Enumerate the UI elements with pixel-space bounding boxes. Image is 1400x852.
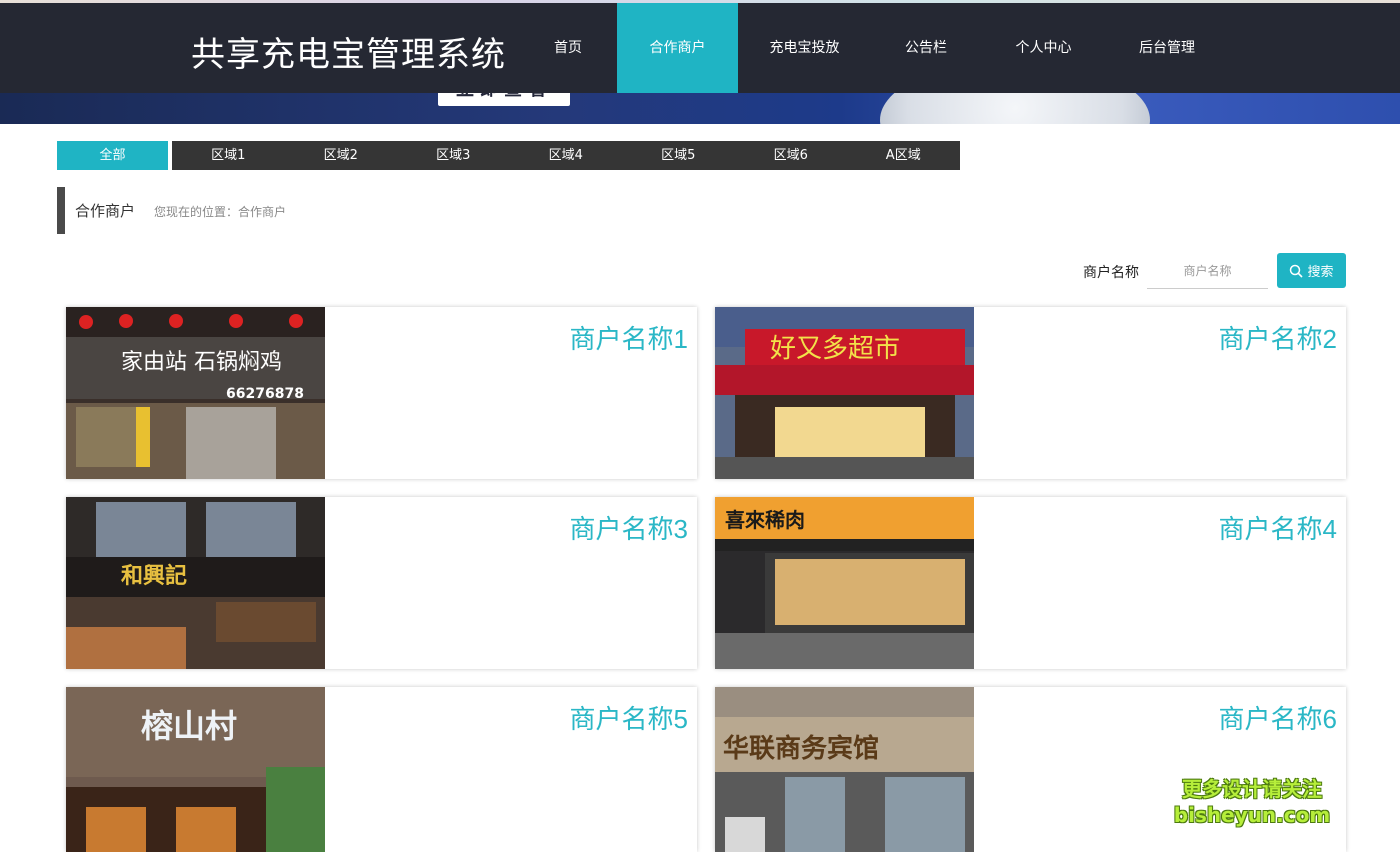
merchant-phone: 66276878 — [226, 386, 304, 402]
merchant-photo: 家由站 石锅焖鸡 66276878 — [66, 307, 325, 479]
watermark-line1: 更多设计请关注 — [1182, 777, 1322, 801]
merchant-photo: 好又多超市 — [715, 307, 974, 479]
nav-admin[interactable]: 后台管理 — [1106, 3, 1228, 93]
region-tab-2[interactable]: 区域2 — [284, 141, 397, 170]
nav-merchants[interactable]: 合作商户 — [617, 3, 738, 93]
nav-home[interactable]: 首页 — [519, 3, 617, 93]
merchant-name[interactable]: 商户名称2 — [1219, 319, 1337, 356]
merchant-card[interactable]: 好又多超市 商户名称2 — [715, 307, 1346, 479]
merchant-search-input[interactable] — [1147, 253, 1268, 289]
watermark-line2: bisheyun.com — [1173, 803, 1331, 827]
merchant-name[interactable]: 商户名称1 — [570, 319, 688, 356]
merchant-sign: 好又多超市 — [770, 334, 900, 364]
merchant-photo: 喜來稀肉 — [715, 497, 974, 669]
search-label: 商户名称 — [1083, 265, 1139, 281]
merchant-name[interactable]: 商户名称6 — [1219, 699, 1337, 736]
breadcrumb: 您现在的位置：合作商户 — [154, 205, 287, 219]
watermark: 更多设计请关注 bisheyun.com — [1172, 776, 1332, 828]
merchant-card[interactable]: 和興記 商户名称3 — [66, 497, 697, 669]
nav-personal-center[interactable]: 个人中心 — [981, 3, 1106, 93]
merchant-sign: 和興記 — [121, 563, 187, 589]
search-button-label: 搜索 — [1307, 265, 1334, 280]
merchant-sign: 华联商务宾馆 — [723, 733, 879, 764]
merchant-card[interactable]: 家由站 石锅焖鸡 66276878 商户名称1 — [66, 307, 697, 479]
region-tabs: 全部 区域1 区域2 区域3 区域4 区域5 区域6 A区域 — [57, 141, 960, 170]
nav-powerbank-deploy[interactable]: 充电宝投放 — [738, 3, 871, 93]
region-tab-6[interactable]: 区域6 — [734, 141, 847, 170]
region-tab-4[interactable]: 区域4 — [509, 141, 622, 170]
nav-notice-board[interactable]: 公告栏 — [871, 3, 981, 93]
merchant-card[interactable]: 喜來稀肉 商户名称4 — [715, 497, 1346, 669]
site-title: 共享充电宝管理系统 — [191, 35, 506, 75]
region-tab-all[interactable]: 全部 — [57, 141, 168, 170]
merchant-name[interactable]: 商户名称4 — [1219, 509, 1337, 546]
merchant-photo: 榕山村 — [66, 687, 325, 852]
region-tab-a[interactable]: A区域 — [847, 141, 960, 170]
search-button[interactable]: 搜索 — [1277, 253, 1346, 288]
merchant-photo: 和興記 — [66, 497, 325, 669]
page-title: 合作商户 — [75, 202, 136, 220]
region-tab-5[interactable]: 区域5 — [622, 141, 735, 170]
region-tab-1[interactable]: 区域1 — [172, 141, 285, 170]
merchant-name[interactable]: 商户名称3 — [570, 509, 688, 546]
merchant-sign: 榕山村 — [141, 707, 237, 745]
region-tab-3[interactable]: 区域3 — [397, 141, 510, 170]
merchant-sign: 喜來稀肉 — [725, 508, 805, 532]
merchant-photo: 华联商务宾馆 — [715, 687, 974, 852]
merchant-card[interactable]: 榕山村 商户名称5 — [66, 687, 697, 852]
breadcrumb-marker — [57, 187, 65, 234]
main-nav: 首页 合作商户 充电宝投放 公告栏 个人中心 后台管理 — [519, 3, 1228, 93]
merchant-sign: 家由站 石锅焖鸡 — [121, 350, 282, 375]
search-icon — [1290, 264, 1304, 278]
merchant-name[interactable]: 商户名称5 — [570, 699, 688, 736]
site-header: 共享充电宝管理系统 首页 合作商户 充电宝投放 公告栏 个人中心 后台管理 — [0, 3, 1400, 93]
